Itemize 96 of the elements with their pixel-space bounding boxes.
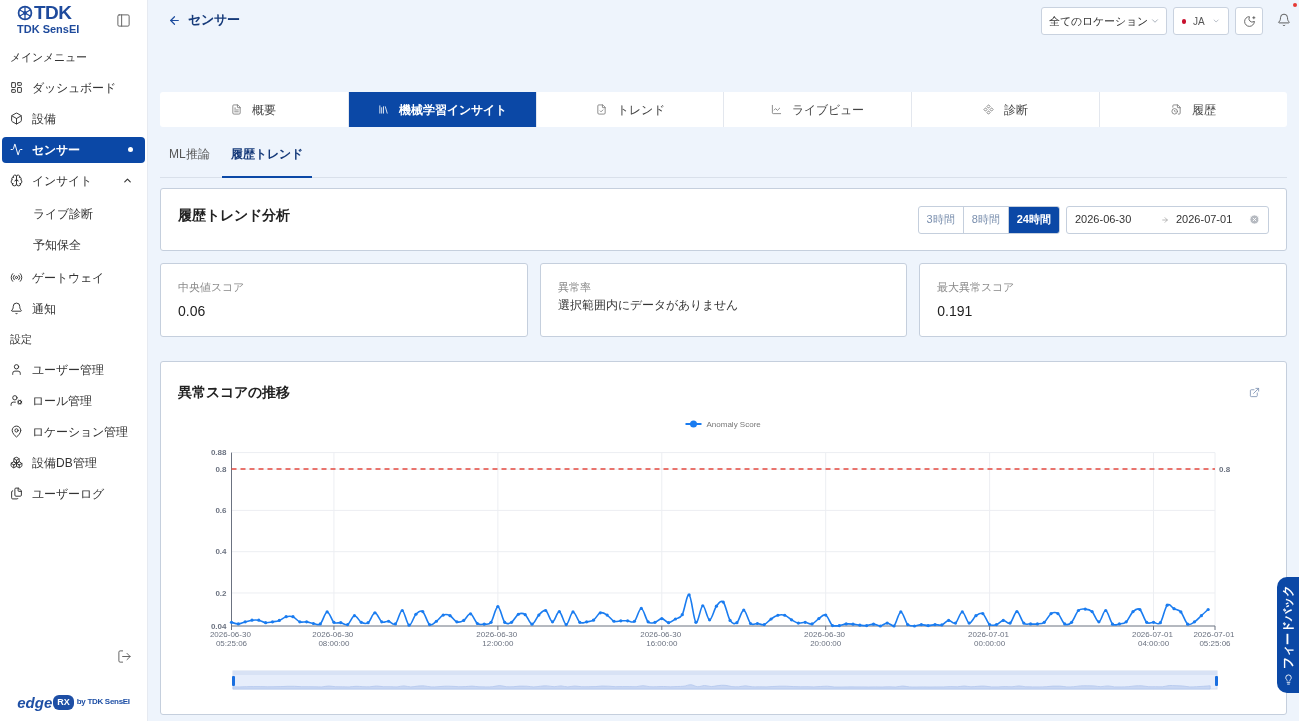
boxes-icon (10, 456, 23, 469)
moon-icon (1242, 14, 1256, 28)
document-icon (231, 104, 243, 115)
section-heading: 設定 (10, 331, 32, 347)
stat-label: 異常率 (557, 281, 591, 294)
tab[interactable]: 履歴 (1099, 92, 1287, 127)
user-gear-icon (10, 394, 23, 407)
nav-item[interactable]: インサイト (2, 167, 145, 194)
grid-icon (10, 81, 23, 94)
tab[interactable]: トレンド (535, 92, 724, 127)
files-icon (10, 487, 23, 500)
stat-label: 最大異常スコア (937, 281, 1015, 294)
y-tick-label: 0.6 (215, 506, 227, 516)
stat-value: 0.06 (178, 302, 206, 320)
x-tick-label: 2026-07-01 05:25:06 (1193, 630, 1235, 648)
tab[interactable]: 概要 (160, 92, 348, 127)
location-select[interactable]: 全てのロケーション (1041, 7, 1167, 35)
logo-mark: RX (53, 694, 74, 710)
clear-icon[interactable] (1249, 214, 1260, 225)
logo-wordmark: TDK (34, 4, 72, 22)
document-check-icon (595, 104, 607, 115)
user-icon (10, 363, 23, 376)
date-range-picker[interactable]: 2026-06-30 2026-07-01 (1066, 205, 1269, 234)
x-tick-label: 2026-07-01 04:00:00 (1131, 630, 1173, 648)
range-toggle[interactable]: 3時間 (918, 206, 963, 233)
sidebar-toggle-icon[interactable] (116, 13, 131, 28)
range-toggle[interactable]: 8時間 (962, 206, 1008, 233)
stat-value: 0.191 (937, 302, 973, 320)
threshold-label: 0.8 (1219, 464, 1231, 474)
line-chart-icon (771, 104, 783, 115)
bell-icon (10, 302, 23, 315)
nav-item[interactable]: 設備 (2, 105, 145, 132)
x-tick-label: 2026-06-30 16:00:00 (640, 630, 682, 648)
x-tick-label: 2026-06-30 08:00:00 (312, 630, 354, 648)
tab[interactable]: ライブビュー (723, 92, 912, 127)
nav-item[interactable]: ロール管理 (2, 387, 145, 414)
x-tick-label: 2026-06-30 05:25:06 (209, 630, 251, 648)
chevron-down-icon (1211, 16, 1220, 26)
pulse-icon (10, 143, 23, 156)
page-title: センサー (188, 11, 240, 30)
brain-icon (10, 174, 23, 187)
x-tick-label: 2026-06-30 20:00:00 (804, 630, 846, 648)
nav-subitem[interactable]: 予知保全 (2, 231, 145, 258)
nav-item[interactable]: ダッシュボード (2, 74, 145, 101)
end-date-input[interactable]: 2026-07-01 (1176, 211, 1240, 228)
x-tick-label: 2026-07-01 00:00:00 (968, 630, 1009, 648)
nav-item[interactable]: ロケーション管理 (2, 418, 145, 445)
nav-subitem[interactable]: ライブ診断 (2, 200, 145, 227)
chart-title: 異常スコアの推移 (178, 383, 290, 402)
y-tick-label: 0.88 (210, 448, 227, 458)
chevron-down-icon (1150, 16, 1160, 26)
logo-mark-icon (17, 5, 33, 21)
section-heading: メインメニュー (10, 49, 87, 65)
logo-wordmark: edge (17, 694, 53, 710)
logout-icon[interactable] (117, 649, 132, 664)
range-handle[interactable] (232, 676, 235, 686)
feedback-tab[interactable]: フィードバック (1277, 577, 1299, 693)
nav-item[interactable]: ユーザーログ (2, 480, 145, 507)
theme-toggle-button[interactable] (1235, 7, 1263, 35)
language-select[interactable]: JA (1173, 7, 1229, 35)
nav-item[interactable]: 通知 (2, 295, 145, 322)
nav-item[interactable]: ユーザー管理 (2, 356, 145, 383)
back-arrow-icon[interactable] (168, 13, 181, 27)
start-date-input[interactable]: 2026-06-30 (1075, 211, 1161, 228)
tab[interactable]: 診断 (911, 92, 1100, 127)
range-toggle[interactable]: 24時間 (1007, 206, 1059, 233)
map-pin-icon (10, 425, 23, 438)
diamond-dots-icon (983, 104, 995, 115)
panel-title: 履歴トレンド分析 (178, 206, 290, 225)
notifications-bell-icon[interactable] (1277, 13, 1291, 27)
x-tick-label: 2026-06-30 12:00:00 (476, 630, 518, 648)
nav-item[interactable]: 設備DB管理 (2, 449, 145, 476)
tab[interactable]: 機械学習インサイト (347, 92, 536, 127)
subtab[interactable]: ML推論 (160, 140, 219, 178)
document-clock-icon (1171, 104, 1183, 115)
broadcast-icon (10, 271, 23, 284)
cube-icon (10, 112, 23, 125)
nav-item[interactable]: センサー (2, 136, 145, 163)
stat-label: 中央値スコア (178, 281, 244, 294)
lightbulb-icon (1282, 674, 1294, 685)
nav-item[interactable]: ゲートウェイ (2, 264, 145, 291)
y-tick-label: 0.2 (215, 588, 227, 598)
stat-message: 選択範囲内にデータがありません (557, 298, 738, 313)
legend-line-icon (684, 420, 703, 428)
legend-label: Anomaly Score (706, 419, 761, 429)
range-slider[interactable] (232, 670, 1218, 690)
y-tick-label: 0.8 (215, 464, 227, 474)
arrow-right-icon (1161, 215, 1169, 224)
subtab[interactable]: 履歴トレンド (221, 140, 312, 178)
external-link-icon[interactable] (1249, 387, 1260, 398)
y-tick-label: 0.4 (215, 547, 227, 557)
logo-product-name: TDK SensEI (17, 22, 80, 36)
y-tick-label: 0.04 (210, 621, 227, 631)
books-icon (377, 104, 389, 115)
range-handle[interactable] (1215, 676, 1218, 686)
logo-byline: by TDK SensEI (76, 696, 130, 708)
